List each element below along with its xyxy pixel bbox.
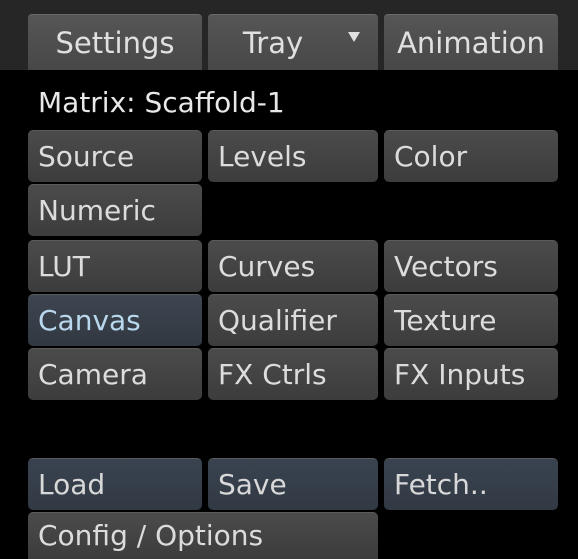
- tab-tray-label: Tray: [242, 25, 304, 60]
- camera-button[interactable]: Camera: [28, 348, 202, 400]
- tab-animation[interactable]: Animation: [384, 14, 558, 70]
- numeric-button[interactable]: Numeric: [28, 184, 202, 236]
- fx-inputs-button[interactable]: FX Inputs: [384, 348, 558, 400]
- panel: Settings Tray Animation Matrix: Scaffold…: [0, 0, 578, 559]
- fx-ctrls-button[interactable]: FX Ctrls: [208, 348, 378, 400]
- tab-settings[interactable]: Settings: [28, 14, 202, 70]
- vectors-button[interactable]: Vectors: [384, 240, 558, 292]
- matrix-label: Matrix: Scaffold-1: [38, 86, 285, 119]
- canvas-button[interactable]: Canvas: [28, 294, 202, 346]
- tab-tray[interactable]: Tray: [208, 14, 378, 70]
- load-button[interactable]: Load: [28, 458, 202, 510]
- lut-button[interactable]: LUT: [28, 240, 202, 292]
- color-button[interactable]: Color: [384, 130, 558, 182]
- qualifier-button[interactable]: Qualifier: [208, 294, 378, 346]
- source-button[interactable]: Source: [28, 130, 202, 182]
- texture-button[interactable]: Texture: [384, 294, 558, 346]
- curves-button[interactable]: Curves: [208, 240, 378, 292]
- save-button[interactable]: Save: [208, 458, 378, 510]
- levels-button[interactable]: Levels: [208, 130, 378, 182]
- fetch-button[interactable]: Fetch..: [384, 458, 558, 510]
- chevron-down-icon[interactable]: [348, 32, 360, 42]
- config-options-button[interactable]: Config / Options: [28, 512, 378, 559]
